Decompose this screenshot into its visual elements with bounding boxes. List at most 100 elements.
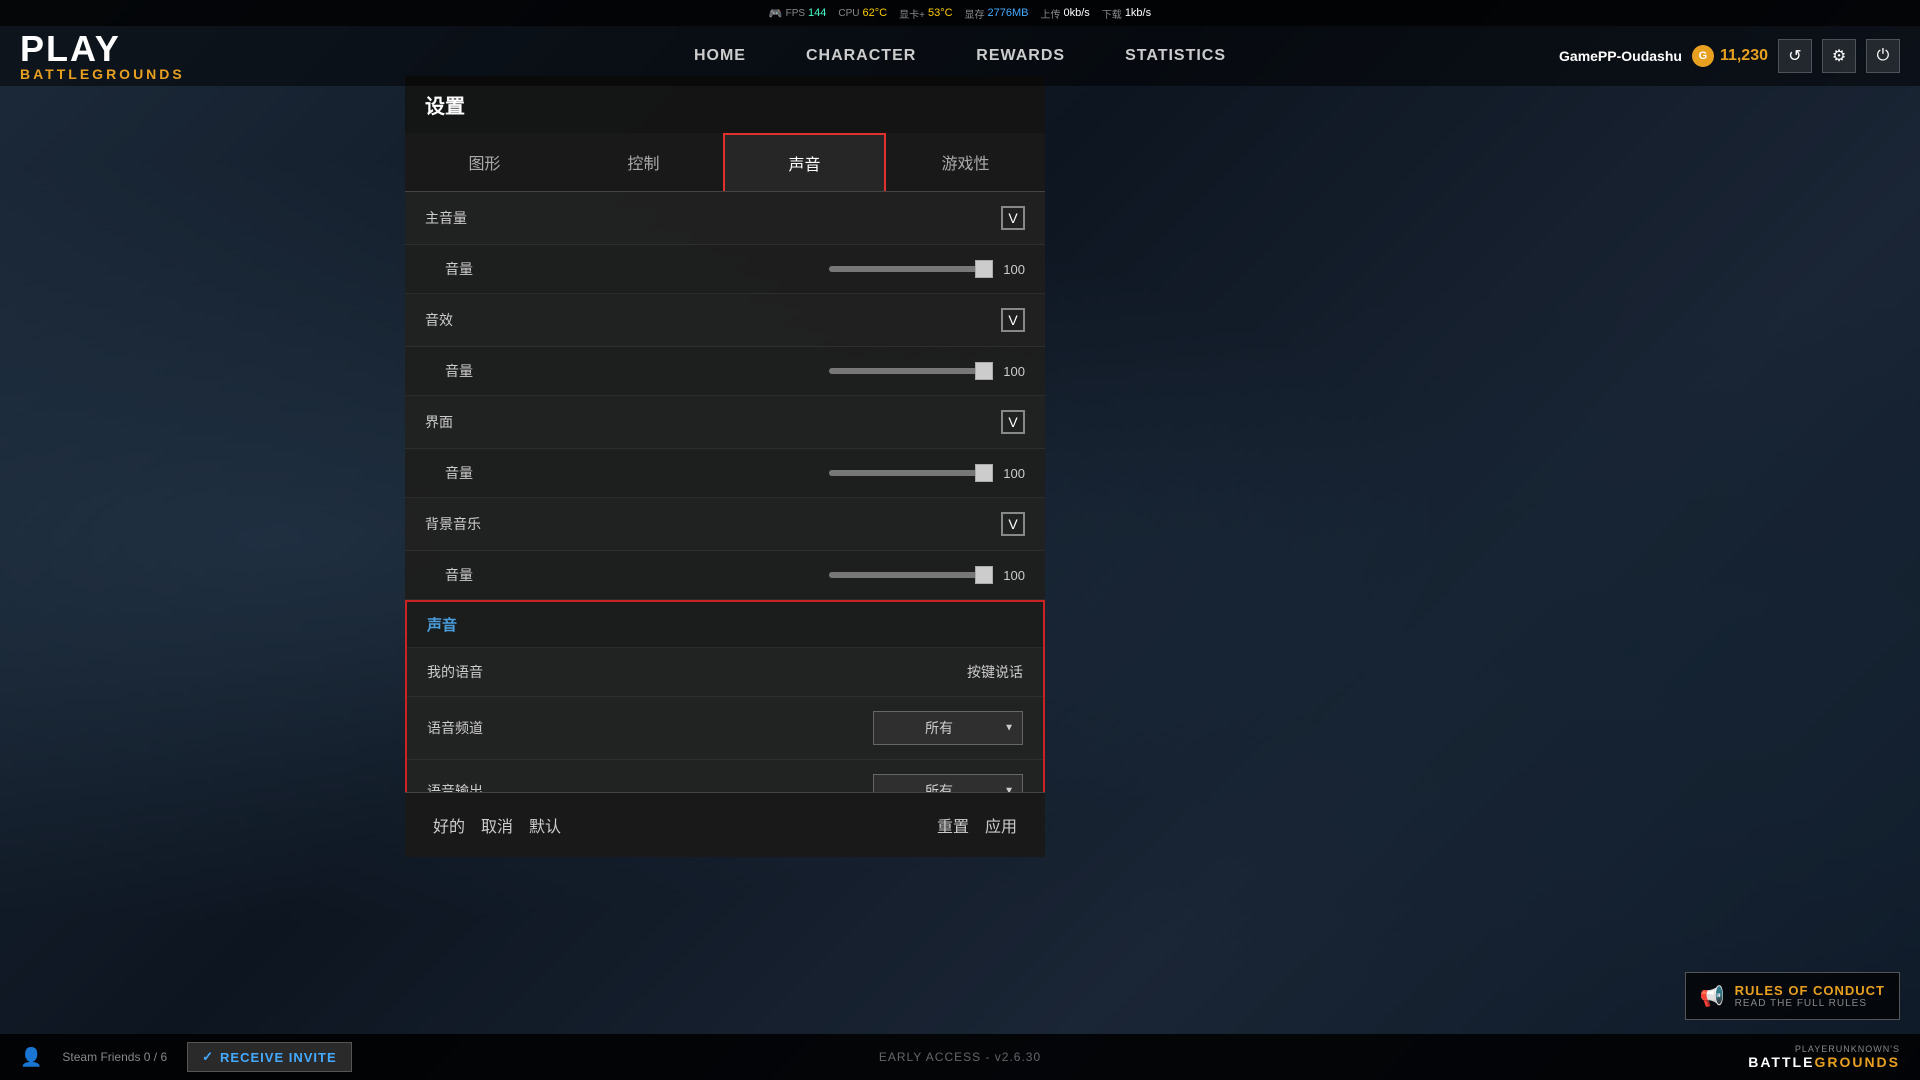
voice-channel-btn[interactable]: 所有	[873, 711, 1023, 745]
tab-graphics[interactable]: 图形	[405, 133, 564, 191]
rules-icon: 📢	[1700, 984, 1725, 1009]
mem-value: 2776MB	[988, 7, 1029, 19]
sfx-control: V	[1001, 308, 1025, 332]
bgm-vol-fill	[829, 572, 989, 578]
gpu-icon: 显卡+	[899, 6, 925, 21]
nav-link-statistics[interactable]: STATISTICS	[1125, 43, 1226, 69]
nav-username: GamePP-Oudashu	[1559, 48, 1682, 64]
early-access-text: EARLY ACCESS - v2.6.30	[879, 1050, 1041, 1064]
default-button[interactable]: 默认	[521, 809, 569, 841]
voice-section-header: 声音	[407, 602, 1043, 648]
pubg-small-text: PLAYERUNKNOWN'S	[1795, 1044, 1900, 1054]
sfx-vol-thumb[interactable]	[975, 362, 993, 380]
navbar: PLAY BATTLEGROUNDS HOME CHARACTER REWARD…	[0, 26, 1920, 86]
master-vol-value: 100	[997, 262, 1025, 277]
upload-icon: 上传	[1041, 6, 1061, 21]
topbar-gpu: 显卡+ 53°C	[899, 6, 952, 21]
tab-gameplay[interactable]: 游戏性	[886, 133, 1045, 191]
cpu-value: 62°C	[863, 7, 888, 19]
nav-link-character[interactable]: CHARACTER	[806, 43, 916, 69]
master-volume-row: 主音量 V	[405, 192, 1045, 245]
sfx-row: 音效 V	[405, 294, 1045, 347]
ok-button[interactable]: 好的	[425, 809, 473, 841]
receive-invite-button[interactable]: RECEIVE INVITE	[187, 1042, 351, 1072]
tab-sound[interactable]: 声音	[723, 133, 886, 191]
master-vol-fill	[829, 266, 989, 272]
master-volume-toggle[interactable]: V	[1001, 206, 1025, 230]
bgm-vol-track[interactable]	[829, 572, 989, 578]
voice-channel-row: 语音频道 所有	[407, 697, 1043, 760]
sfx-vol-container: 100	[829, 364, 1025, 379]
voice-output-btn[interactable]: 所有	[873, 774, 1023, 792]
ui-sound-toggle[interactable]: V	[1001, 410, 1025, 434]
rules-subtitle: READ THE FULL RULES	[1735, 998, 1885, 1009]
settings-panel: 设置 图形 控制 声音 游戏性 主音量 V 音量 100	[405, 76, 1045, 857]
fps-value: 144	[808, 7, 826, 19]
topbar-download: 下载 1kb/s	[1102, 6, 1151, 21]
coin-icon: G	[1692, 45, 1714, 67]
bgm-row: 背景音乐 V	[405, 498, 1045, 551]
topbar-upload: 上传 0kb/s	[1041, 6, 1090, 21]
sfx-vol-fill	[829, 368, 989, 374]
settings-tabs: 图形 控制 声音 游戏性	[405, 133, 1045, 192]
reset-button[interactable]: 重置	[929, 809, 977, 841]
pubg-logo-bottom: PLAYERUNKNOWN'S BATTLEGROUNDS	[1748, 1044, 1900, 1070]
bgm-vol-container: 100	[829, 568, 1025, 583]
master-vol-slider-container: 100	[829, 262, 1025, 277]
rules-box[interactable]: 📢 RULES OF CONDUCT READ THE FULL RULES	[1685, 972, 1900, 1020]
master-volume-control: V	[1001, 206, 1025, 230]
ui-vol-fill	[829, 470, 989, 476]
upload-value: 0kb/s	[1064, 7, 1090, 19]
sfx-vol-label: 音量	[445, 361, 545, 381]
my-voice-row: 我的语音 按键说话	[407, 648, 1043, 697]
my-voice-value: 按键说话	[967, 662, 1023, 682]
nav-coins: 11,230	[1720, 47, 1768, 65]
voice-output-dropdown[interactable]: 所有 所有 仅队伍 无	[873, 774, 1023, 792]
ui-sound-label: 界面	[425, 412, 525, 432]
nav-logo: PLAY BATTLEGROUNDS	[20, 31, 185, 81]
voice-header-label: 声音	[427, 614, 457, 635]
bgm-slider-row: 音量 100	[405, 551, 1045, 600]
bgm-control: V	[1001, 512, 1025, 536]
master-volume-slider-row: 音量 100	[405, 245, 1045, 294]
cancel-button[interactable]: 取消	[473, 809, 521, 841]
bgm-vol-value: 100	[997, 568, 1025, 583]
tab-controls[interactable]: 控制	[564, 133, 723, 191]
download-icon: 下载	[1102, 6, 1122, 21]
sfx-vol-value: 100	[997, 364, 1025, 379]
logo-battlegrounds: BATTLEGROUNDS	[20, 67, 185, 81]
apply-button[interactable]: 应用	[977, 809, 1025, 841]
bgm-vol-label: 音量	[445, 565, 545, 585]
power-button[interactable]: ⏻	[1866, 39, 1900, 73]
nav-currency: G 11,230	[1692, 45, 1768, 67]
ui-vol-value: 100	[997, 466, 1025, 481]
refresh-button[interactable]: ↺	[1778, 39, 1812, 73]
topbar-mem: 显存 2776MB	[965, 6, 1029, 21]
master-volume-label: 主音量	[425, 208, 525, 228]
settings-footer: 好的 取消 默认 重置 应用	[405, 792, 1045, 857]
bgm-vol-thumb[interactable]	[975, 566, 993, 584]
nav-link-rewards[interactable]: REWARDS	[976, 43, 1065, 69]
logo-play: PLAY	[20, 31, 185, 67]
nav-link-home[interactable]: HOME	[694, 43, 746, 69]
master-vol-track[interactable]	[829, 266, 989, 272]
voice-channel-dropdown[interactable]: 所有	[873, 711, 1023, 745]
ui-sound-row: 界面 V	[405, 396, 1045, 449]
sfx-label: 音效	[425, 310, 525, 330]
bgm-toggle[interactable]: V	[1001, 512, 1025, 536]
sfx-vol-track[interactable]	[829, 368, 989, 374]
voice-section: 声音 我的语音 按键说话 语音频道 所有 语音输出 所有 所有	[405, 600, 1045, 792]
friends-text: Steam Friends 0 / 6	[62, 1050, 167, 1064]
voice-output-row: 语音输出 所有 所有 仅队伍 无	[407, 760, 1043, 792]
master-vol-thumb[interactable]	[975, 260, 993, 278]
sfx-toggle[interactable]: V	[1001, 308, 1025, 332]
ui-sound-slider-row: 音量 100	[405, 449, 1045, 498]
mem-icon: 显存	[965, 6, 985, 21]
settings-button[interactable]: ⚙	[1822, 39, 1856, 73]
bgm-label: 背景音乐	[425, 514, 525, 534]
gpu-value: 53°C	[928, 7, 953, 19]
ui-vol-track[interactable]	[829, 470, 989, 476]
settings-content: 主音量 V 音量 100 音效 V 音量	[405, 192, 1045, 792]
voice-channel-label: 语音频道	[427, 718, 527, 738]
ui-vol-thumb[interactable]	[975, 464, 993, 482]
